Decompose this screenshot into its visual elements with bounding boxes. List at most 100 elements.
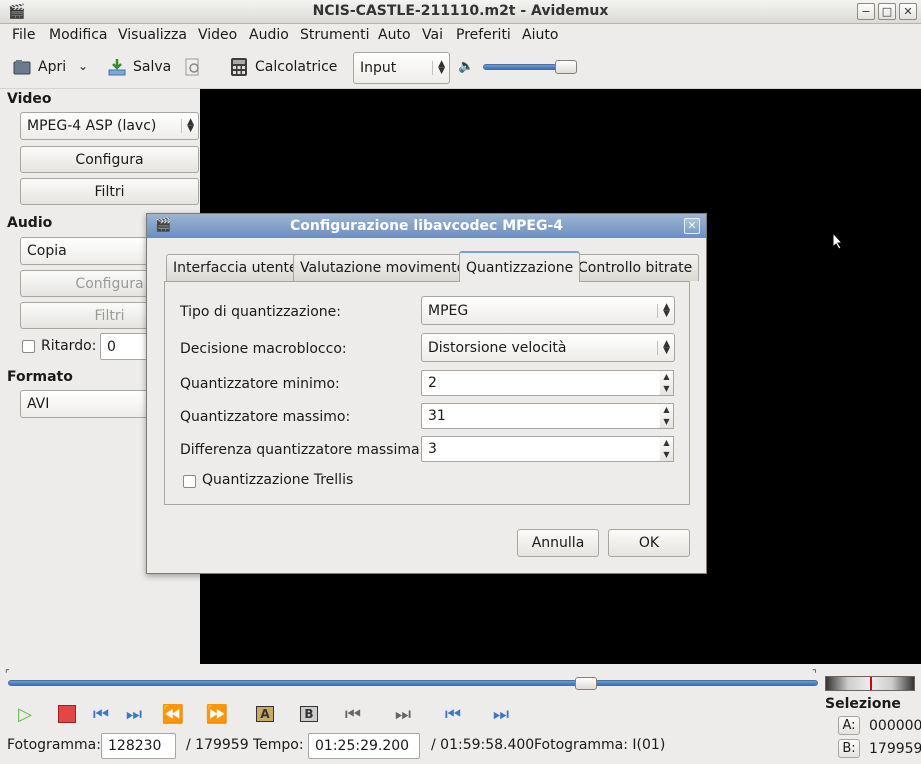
set-marker-b-button[interactable]: B — [296, 702, 322, 726]
jog-shuttle[interactable] — [825, 676, 915, 691]
video-configure-button[interactable]: Configura — [20, 146, 199, 173]
minimize-button[interactable]: − — [857, 3, 875, 20]
previous-frame-button[interactable]: ⏮ — [88, 702, 114, 726]
play-button[interactable]: ▷ — [12, 702, 38, 726]
min-quant-value: 2 — [428, 375, 437, 391]
jog-indicator — [870, 677, 872, 690]
selection-b-button[interactable]: B: — [838, 739, 860, 758]
input-select-value: Input — [360, 60, 397, 76]
tab-controllo-bitrate[interactable]: Controllo bitrate — [571, 254, 700, 281]
rewind-icon: ⏪ — [161, 703, 185, 725]
menu-audio[interactable]: Audio — [249, 27, 289, 43]
next-keyframe-icon: ⏭ — [492, 703, 510, 725]
file-search-icon — [185, 58, 199, 76]
save-label: Salva — [133, 59, 172, 75]
trellis-label: Quantizzazione Trellis — [202, 472, 354, 488]
time-total: / 01:59:58.400 — [431, 737, 535, 753]
rewind-button[interactable]: ⏪ — [160, 702, 186, 726]
tab-quantizzazione[interactable]: Quantizzazione — [459, 251, 581, 282]
selection-a-value: 000000 — [869, 718, 921, 734]
play-icon: ▷ — [18, 703, 32, 725]
goto-marker-b-button[interactable]: ⏭ — [390, 702, 416, 726]
close-button[interactable]: ✕ — [899, 3, 917, 20]
selection-a-button[interactable]: A: — [838, 716, 860, 735]
spin-arrows-icon[interactable]: ▲ ▼ — [660, 436, 674, 462]
spin-arrows-icon[interactable]: ▲ ▼ — [660, 403, 674, 429]
selection-title: Selezione — [825, 696, 901, 712]
next-frame-button[interactable]: ⏭ — [121, 702, 147, 726]
marker-b-bracket: ⌝ — [812, 669, 817, 680]
macroblock-value: Distorsione velocità — [428, 339, 567, 356]
open-button[interactable]: Apri — [12, 57, 66, 77]
menu-preferiti[interactable]: Preferiti — [456, 27, 511, 43]
spin-arrows-icon[interactable]: ▲ ▼ — [660, 370, 674, 396]
time-label: Tempo: — [253, 737, 304, 753]
ok-button[interactable]: OK — [608, 529, 690, 557]
stop-button[interactable] — [54, 702, 80, 726]
save-button[interactable]: Salva — [107, 57, 171, 77]
menu-vai[interactable]: Vai — [422, 27, 443, 43]
folder-open-icon — [13, 60, 31, 75]
min-quant-label: Quantizzatore minimo: — [180, 376, 340, 392]
audio-section-title: Audio — [7, 215, 53, 231]
fast-forward-icon: ⏩ — [205, 703, 229, 725]
skip-next-icon: ⏭ — [125, 703, 143, 725]
menu-strumenti[interactable]: Strumenti — [300, 27, 370, 43]
menu-aiuto[interactable]: Aiuto — [522, 27, 558, 43]
marker-a-icon: A — [256, 706, 274, 722]
timeline-slider[interactable] — [8, 680, 818, 686]
goto-marker-a-button[interactable]: ⏮ — [340, 702, 366, 726]
input-select[interactable]: Input ▲ ▼ — [353, 52, 450, 84]
fast-forward-button[interactable]: ⏩ — [204, 702, 230, 726]
clapperboard-icon: 🎬 — [155, 218, 172, 233]
marker-a-bracket: ⌜ — [5, 669, 10, 680]
next-keyframe-button[interactable]: ⏭ — [488, 702, 514, 726]
maximize-button[interactable]: □ — [878, 3, 896, 20]
chevron-down-icon[interactable]: ⌄ — [78, 59, 88, 73]
skip-previous-icon: ⏮ — [92, 703, 110, 725]
format-section-title: Formato — [7, 369, 73, 385]
menu-modifica[interactable]: Modifica — [49, 27, 108, 43]
min-quant-spinbox[interactable]: 2 ▲ ▼ — [421, 370, 674, 396]
cancel-button[interactable]: Annulla — [517, 529, 599, 557]
volume-slider-handle[interactable] — [555, 60, 577, 74]
dialog-close-button[interactable]: ✕ — [684, 218, 700, 234]
tab-interfaccia-utente[interactable]: Interfaccia utente — [166, 254, 305, 281]
marker-b-icon: B — [300, 706, 318, 722]
goto-start-icon: ⏮ — [344, 703, 362, 725]
frame-label: Fotogramma: — [7, 737, 101, 753]
max-diff-value: 3 — [428, 441, 437, 457]
close-icon: ✕ — [687, 219, 697, 232]
max-diff-label: Differenza quantizzatore massima: — [180, 442, 425, 458]
previous-keyframe-icon: ⏮ — [444, 703, 462, 725]
window-titlebar: 🎬 NCIS-CASTLE-211110.m2t - Avidemux − □ … — [0, 0, 921, 24]
time-input[interactable]: 01:25:29.200 — [308, 733, 420, 759]
frame-input[interactable]: 128230 — [101, 733, 176, 759]
trellis-checkbox[interactable] — [183, 475, 196, 488]
macroblock-select[interactable]: Distorsione velocità ▲ ▼ — [421, 333, 675, 362]
max-diff-spinbox[interactable]: 3 ▲ ▼ — [421, 436, 674, 462]
calculator-button[interactable]: Calcolatrice — [229, 57, 337, 77]
quant-type-select[interactable]: MPEG ▲ ▼ — [421, 296, 675, 325]
dialog-titlebar: 🎬 Configurazione libavcodec MPEG-4 ✕ — [147, 214, 706, 238]
menu-visualizza[interactable]: Visualizza — [118, 27, 187, 43]
max-quant-spinbox[interactable]: 31 ▲ ▼ — [421, 403, 674, 429]
mouse-cursor-icon — [832, 232, 844, 250]
menu-video[interactable]: Video — [198, 27, 237, 43]
calculator-label: Calcolatrice — [255, 59, 338, 75]
set-marker-a-button[interactable]: A — [252, 702, 278, 726]
format-value: AVI — [27, 396, 50, 412]
video-filters-button[interactable]: Filtri — [20, 178, 199, 205]
menu-file[interactable]: File — [12, 27, 35, 43]
open-label: Apri — [38, 59, 67, 75]
delay-checkbox[interactable] — [22, 340, 35, 353]
delay-label: Ritardo: — [41, 338, 97, 354]
previous-keyframe-button[interactable]: ⏮ — [440, 702, 466, 726]
properties-button[interactable] — [183, 57, 203, 77]
tab-valutazione-movimento[interactable]: Valutazione movimento — [293, 254, 473, 281]
menu-auto[interactable]: Auto — [378, 27, 411, 43]
quant-type-label: Tipo di quantizzazione: — [180, 304, 342, 320]
toolbar: Apri ⌄ Salva Calcolatrice Input ▲ ▼ 🔈 — [0, 47, 921, 89]
video-codec-select[interactable]: MPEG-4 ASP (lavc) ▲ ▼ — [20, 112, 199, 140]
timeline-handle[interactable] — [574, 677, 597, 690]
